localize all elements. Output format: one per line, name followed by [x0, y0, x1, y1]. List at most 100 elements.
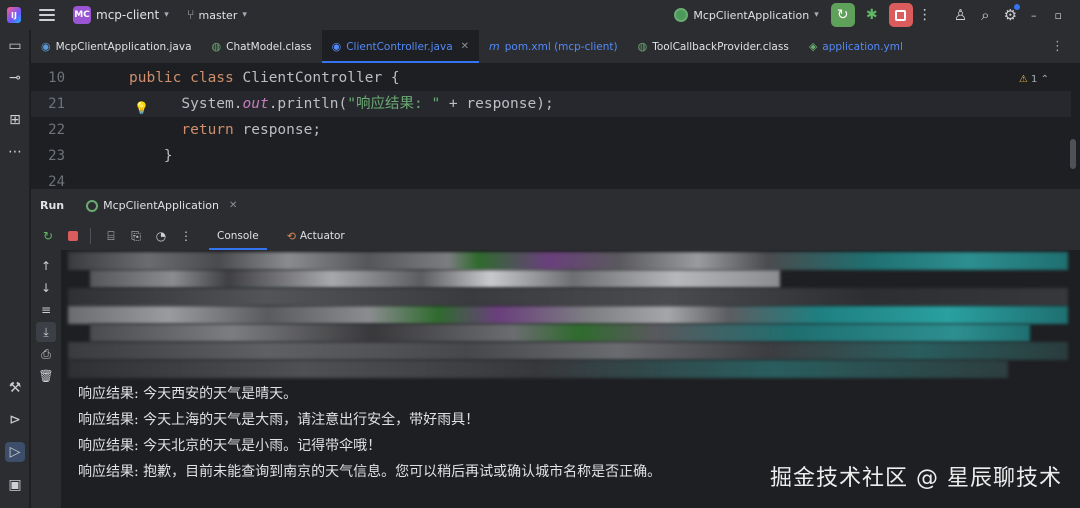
debug-button[interactable]: ✱ — [860, 3, 884, 27]
intellij-logo-icon: IJ — [7, 7, 21, 23]
console-side-toolbar: ↑ ↓ ≡ ⤓ ⎙ 🗑 — [31, 250, 61, 508]
tab-label: ToolCallbackProvider.class — [652, 40, 789, 53]
tab-label: McpClientApplication.java — [55, 40, 192, 53]
tab-label: ClientController.java — [346, 40, 453, 53]
project-name: mcp-client — [96, 8, 160, 22]
add-user-icon[interactable]: ♙ — [954, 6, 967, 24]
rerun-button[interactable]: ↻ — [830, 3, 855, 27]
more-actions-icon[interactable]: ⋮ — [175, 225, 197, 247]
project-folder-icon[interactable]: ▭ — [5, 36, 25, 56]
main-menu-icon[interactable] — [39, 9, 55, 21]
git-branch-icon: ⑂ — [186, 7, 195, 23]
print-icon[interactable]: ⎙ — [36, 344, 56, 364]
run-tab-mcpclientapplication[interactable]: McpClientApplication ✕ — [86, 199, 237, 212]
editor-scrollbar[interactable] — [1070, 139, 1076, 169]
rerun-icon: ↻ — [836, 7, 849, 23]
close-tab-icon[interactable]: ✕ — [461, 41, 469, 52]
actuator-icon: ⟲ — [286, 229, 296, 243]
run-toolbar: ↻ ⌸ ⎘ ◔ ⋮ Console ⟲ Actuator — [31, 222, 1080, 250]
camera-icon[interactable]: ⌸ — [100, 225, 122, 247]
more-actions-icon[interactable]: ⋮ — [918, 7, 932, 23]
tab-console[interactable]: Console — [209, 222, 267, 250]
console-line: 响应结果: 今天西安的天气是晴天。 — [78, 386, 298, 402]
build-hammer-icon[interactable]: ⚒ — [5, 378, 25, 398]
inspection-widget[interactable]: ⚠ 1 ⌃ — [1019, 67, 1049, 93]
line-number: 23 — [48, 148, 65, 164]
arrow-up-icon[interactable]: ↑ — [36, 256, 56, 276]
code-line: 22 return response; — [31, 117, 1071, 143]
stop-icon — [895, 9, 907, 21]
tab-mcpclientapplication[interactable]: ◉ McpClientApplication.java — [31, 30, 202, 63]
interface-icon: ◍ — [637, 40, 648, 53]
stop-button[interactable] — [62, 225, 84, 247]
run-tool-icon[interactable]: ▷ — [5, 442, 25, 462]
console-tab-label: Console — [217, 230, 259, 242]
settings-gear-icon[interactable]: ⚙ — [1004, 4, 1021, 24]
code-editor[interactable]: 10 public class ClientController { ⚠ 1 ⌃… — [31, 65, 1080, 187]
tab-toolcallbackprovider[interactable]: ◍ ToolCallbackProvider.class — [628, 30, 799, 63]
line-number: 10 — [48, 70, 65, 86]
arrow-down-icon[interactable]: ↓ — [36, 278, 56, 298]
tab-clientcontroller[interactable]: ◉ ClientController.java ✕ — [321, 30, 480, 63]
branch-selector[interactable]: ⑂ master ▾ — [187, 8, 247, 23]
rerun-icon[interactable]: ↻ — [37, 225, 59, 247]
run-panel-header: Run McpClientApplication ✕ — [31, 188, 1080, 222]
more-tools-icon[interactable]: ⋯ — [5, 142, 25, 162]
chevron-up-icon: ⌃ — [1040, 74, 1049, 85]
chevron-down-icon: ▾ — [164, 10, 169, 20]
java-class-icon: ◉ — [41, 40, 51, 53]
run-configuration-selector[interactable]: McpClientApplication ▾ — [674, 8, 819, 22]
structure-icon[interactable]: ⊞ — [5, 110, 25, 130]
more-tabs-icon[interactable]: ⋮ — [1051, 39, 1064, 54]
code-line: 10 public class ClientController { ⚠ 1 ⌃ — [31, 65, 1071, 91]
minimize-window-button[interactable]: – — [1031, 9, 1037, 22]
tab-label: ChatModel.class — [226, 40, 312, 53]
line-number: 22 — [48, 122, 65, 138]
notification-dot — [1014, 4, 1021, 10]
coverage-icon[interactable]: ◔ — [150, 225, 172, 247]
warning-icon: ⚠ — [1018, 74, 1028, 85]
search-icon[interactable]: ⌕ — [981, 6, 989, 24]
tab-label: application.yml — [822, 40, 903, 53]
code-field: out — [242, 96, 269, 112]
line-number: 24 — [48, 174, 65, 187]
code-line-current: 21 💡 System.out.println("响应结果: " + respo… — [31, 91, 1071, 117]
scroll-to-end-icon[interactable]: ⤓ — [36, 322, 56, 342]
tab-chatmodel[interactable]: ◍ ChatModel.class — [202, 30, 322, 63]
project-selector[interactable]: MC mcp-client ▾ — [73, 6, 169, 24]
java-class-icon: ◉ — [331, 40, 342, 53]
warning-count: 1 — [1031, 74, 1038, 85]
stop-button[interactable] — [888, 3, 913, 27]
title-bar: IJ MC mcp-client ▾ ⑂ master ▾ McpClientA… — [0, 0, 1080, 30]
trash-icon[interactable]: 🗑 — [36, 366, 56, 386]
console-line: 响应结果: 今天上海的天气是大雨，请注意出行安全，带好雨具！ — [78, 412, 480, 428]
maven-icon: m — [489, 40, 500, 53]
tab-actuator[interactable]: ⟲ Actuator — [279, 222, 353, 250]
code-text: response; — [242, 122, 322, 138]
spring-boot-icon — [86, 199, 99, 212]
stop-icon — [68, 231, 78, 241]
soft-wrap-icon[interactable]: ≡ — [36, 300, 56, 320]
chevron-down-icon: ▾ — [814, 10, 819, 20]
close-tab-icon[interactable]: ✕ — [229, 200, 237, 211]
restore-window-button[interactable]: ▫ — [1055, 9, 1062, 22]
restore-layout-icon[interactable]: ⎘ — [125, 225, 147, 247]
left-tool-window-bar: ▭ ⊸ ⊞ ⋯ ⚒ ⊳ ▷ ▣ — [0, 30, 30, 508]
terminal-icon[interactable]: ▣ — [5, 475, 25, 495]
tab-pom-xml[interactable]: m pom.xml (mcp-client) — [479, 30, 628, 63]
pixelated-log-region — [68, 252, 1068, 379]
code-text: ClientController { — [242, 70, 400, 86]
toolbar-divider — [90, 228, 91, 244]
run-configuration-name: McpClientApplication — [693, 8, 810, 22]
spring-boot-icon — [674, 8, 689, 22]
code-text: } — [129, 148, 173, 164]
console-output[interactable]: 响应结果: 今天西安的天气是晴天。 响应结果: 今天上海的天气是大雨，请注意出行… — [62, 250, 1080, 508]
console-line: 响应结果: 今天北京的天气是小雨。记得带伞哦！ — [78, 438, 382, 454]
tab-application-yml[interactable]: ◈ application.yml — [799, 30, 913, 63]
commit-icon[interactable]: ⊸ — [5, 68, 25, 88]
code-keyword: public class — [129, 70, 243, 86]
code-line: 24 — [31, 169, 1071, 187]
console-line: 响应结果: 抱歉，目前未能查询到南京的天气信息。您可以稍后再试或确认城市名称是否… — [78, 464, 662, 480]
services-icon[interactable]: ⊳ — [5, 410, 25, 430]
watermark-text: 掘金技术社区 @ 星辰聊技术 — [770, 466, 1062, 491]
